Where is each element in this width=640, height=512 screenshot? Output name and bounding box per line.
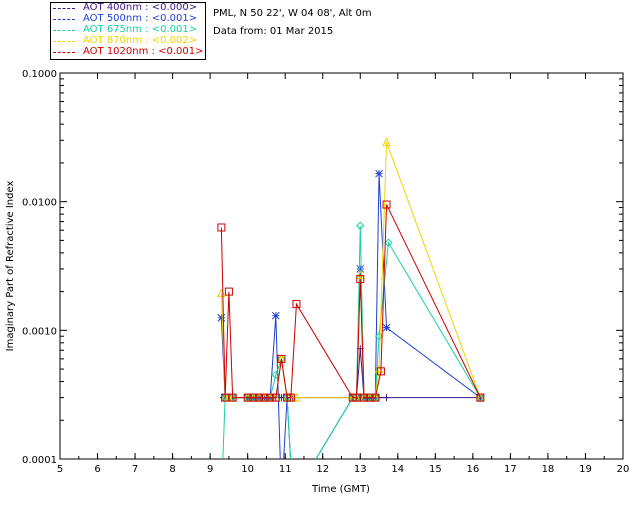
x-tick-label: 6 xyxy=(94,464,100,475)
legend-swatch xyxy=(53,30,75,31)
x-tick-label: 13 xyxy=(354,464,367,475)
x-tick-label: 12 xyxy=(316,464,329,475)
legend-swatch xyxy=(53,52,75,53)
series-group xyxy=(217,137,485,402)
y-axis-label: Imaginary Part of Refractive Index xyxy=(5,181,16,352)
y-axis-ticks: 0.0001 0.0010 0.0100 0.1000 xyxy=(22,69,623,466)
point-marker xyxy=(271,311,280,320)
x-tick-label: 20 xyxy=(617,464,630,475)
legend-item-1020nm: AOT 1020nm : <0.001> xyxy=(53,46,205,58)
x-tick-label: 15 xyxy=(429,464,442,475)
legend: AOT 400nm : <0.000> AOT 500nm : <0.001> … xyxy=(50,2,206,60)
x-axis-label: Time (GMT) xyxy=(311,484,370,495)
point-marker xyxy=(383,394,391,402)
legend-swatch xyxy=(53,41,75,42)
series-line xyxy=(220,173,481,459)
x-tick-label: 19 xyxy=(579,464,592,475)
x-tick-label: 14 xyxy=(391,464,404,475)
x-tick-label: 16 xyxy=(466,464,479,475)
point-marker xyxy=(375,169,383,178)
series-line xyxy=(223,348,481,399)
x-tick-label: 10 xyxy=(241,464,254,475)
series-group xyxy=(220,221,485,459)
x-tick-label: 11 xyxy=(279,464,292,475)
point-marker xyxy=(382,323,391,332)
x-tick-label: 8 xyxy=(169,464,175,475)
series-group xyxy=(217,200,485,402)
y-tick-label: 0.0010 xyxy=(22,326,57,337)
series-line xyxy=(222,225,481,459)
legend-swatch xyxy=(53,8,75,9)
legend-label: AOT 1020nm : <0.001> xyxy=(83,46,204,57)
series-group xyxy=(219,345,484,402)
plot-area xyxy=(59,72,624,460)
legend-swatch xyxy=(53,19,75,20)
y-tick-label: 0.0100 xyxy=(22,198,57,209)
date-text: Data from: 01 Mar 2015 xyxy=(213,26,334,37)
y-tick-label: 0.0001 xyxy=(22,455,57,466)
data-series xyxy=(217,137,485,459)
x-tick-label: 7 xyxy=(132,464,138,475)
series-group xyxy=(217,169,485,459)
x-tick-label: 9 xyxy=(207,464,213,475)
x-tick-label: 18 xyxy=(542,464,555,475)
x-tick-label: 17 xyxy=(504,464,517,475)
x-tick-label: 5 xyxy=(57,464,63,475)
series-line xyxy=(220,141,481,399)
chart-canvas: 5 6 7 8 9 10 11 12 13 14 15 16 17 18 19 20 0.0001 0.0010… xyxy=(5,69,630,495)
location-text: PML, N 50 22', W 04 08', Alt 0m xyxy=(213,8,372,19)
y-tick-label: 0.1000 xyxy=(22,69,57,80)
